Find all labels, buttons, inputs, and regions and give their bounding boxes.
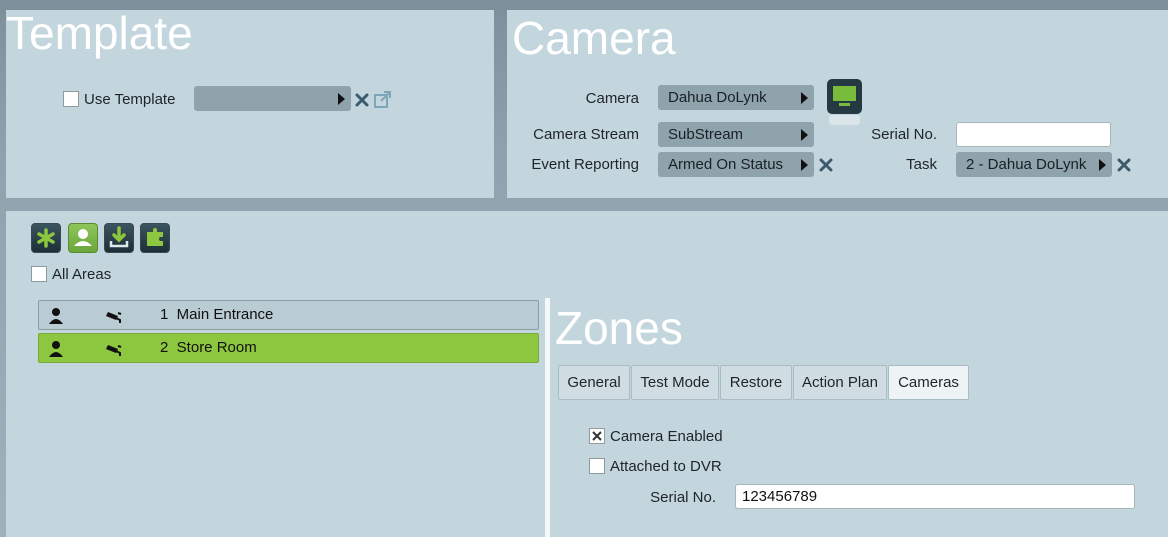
camera-serial-input[interactable] [956, 122, 1111, 147]
camera-stream-value: SubStream [668, 126, 744, 143]
attached-dvr-label[interactable]: Attached to DVR [610, 458, 722, 475]
zone-serial-input[interactable] [735, 484, 1135, 509]
caret-right-icon [801, 129, 808, 141]
caret-right-icon [801, 92, 808, 104]
asterisk-button[interactable] [31, 223, 61, 253]
tab-action-plan[interactable]: Action Plan [793, 365, 887, 400]
camera-enabled-label[interactable]: Camera Enabled [610, 428, 723, 445]
task-dropdown[interactable]: 2 - Dahua DoLynk [956, 152, 1112, 177]
clear-event-x-icon[interactable] [819, 158, 833, 172]
use-template-label[interactable]: Use Template [84, 91, 175, 108]
template-panel: Template Use Template [6, 10, 494, 198]
download-icon [109, 226, 129, 248]
camera-dropdown[interactable]: Dahua DoLynk [658, 85, 814, 110]
cctv-camera-icon [106, 345, 122, 356]
camera-label: Camera [585, 90, 639, 107]
camera-enabled-checkbox[interactable] [589, 428, 605, 444]
event-reporting-dropdown[interactable]: Armed On Status [658, 152, 814, 177]
caret-right-icon [801, 159, 808, 171]
task-label: Task [906, 156, 937, 173]
use-template-checkbox[interactable] [63, 91, 79, 107]
tab-test-mode[interactable]: Test Mode [631, 365, 719, 400]
tab-restore[interactable]: Restore [720, 365, 792, 400]
event-reporting-label: Event Reporting [531, 156, 639, 173]
event-reporting-value: Armed On Status [668, 156, 784, 173]
asterisk-icon [37, 228, 55, 248]
all-areas-checkbox[interactable] [31, 266, 47, 282]
zones-title: Zones [555, 302, 683, 354]
check-x-icon [592, 431, 602, 441]
caret-right-icon [1099, 159, 1106, 171]
person-icon [74, 229, 92, 246]
area-row-label: 1 Main Entrance [160, 306, 274, 323]
camera-dropdown-value: Dahua DoLynk [668, 89, 767, 106]
zone-serial-label: Serial No. [650, 489, 716, 506]
all-areas-label[interactable]: All Areas [52, 266, 111, 283]
clear-x-icon[interactable] [355, 93, 369, 107]
puzzle-icon [147, 228, 163, 246]
camera-title: Camera [512, 12, 676, 64]
tab-general[interactable]: General [558, 365, 630, 400]
template-dropdown[interactable] [194, 86, 351, 111]
area-row-2[interactable]: 2 Store Room [38, 333, 539, 363]
external-link-icon[interactable] [373, 90, 392, 109]
template-title: Template [6, 7, 193, 59]
area-row-1[interactable]: 1 Main Entrance [38, 300, 539, 330]
panel-divider[interactable] [545, 298, 550, 537]
camera-stream-label: Camera Stream [533, 126, 639, 143]
caret-right-icon [338, 93, 345, 105]
camera-panel: Camera Camera Dahua DoLynk Camera Stream… [507, 10, 1168, 198]
area-row-label: 2 Store Room [160, 339, 257, 356]
clear-task-x-icon[interactable] [1117, 158, 1131, 172]
puzzle-button[interactable] [140, 223, 170, 253]
cctv-camera-icon [106, 312, 122, 323]
download-button[interactable] [104, 223, 134, 253]
monitor-icon-button[interactable] [827, 79, 862, 125]
person-button[interactable] [68, 223, 98, 253]
attached-dvr-checkbox[interactable] [589, 458, 605, 474]
camera-stream-dropdown[interactable]: SubStream [658, 122, 814, 147]
serial-no-label: Serial No. [871, 126, 937, 143]
person-icon [49, 341, 63, 357]
tab-cameras[interactable]: Cameras [888, 365, 969, 400]
monitor-icon [827, 79, 862, 125]
task-dropdown-value: 2 - Dahua DoLynk [966, 156, 1087, 173]
person-icon [49, 308, 63, 324]
